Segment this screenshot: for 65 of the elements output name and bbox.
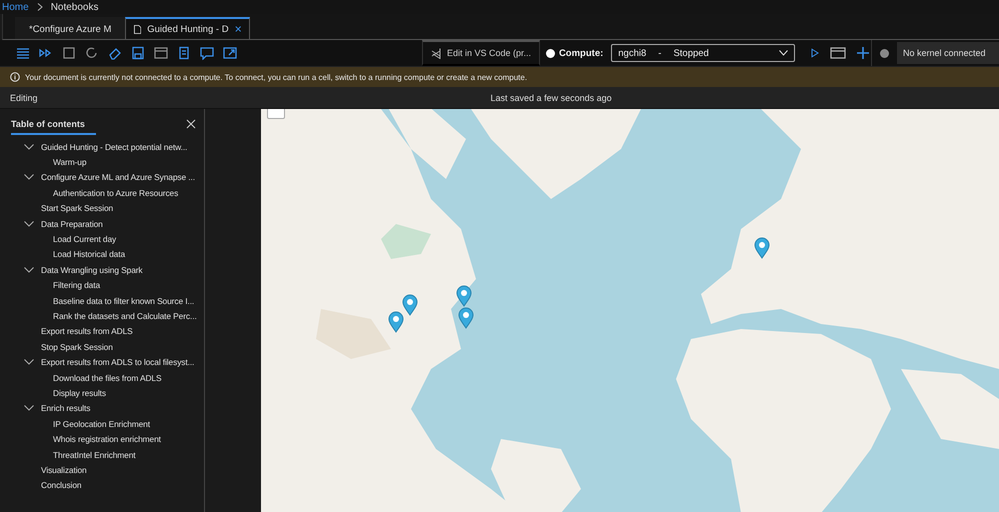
toc-item[interactable]: Export results from ADLS to local filesyst... xyxy=(0,354,204,370)
toc-item[interactable]: Guided Hunting - Detect potential netw... xyxy=(0,139,204,154)
compute-dropdown[interactable]: ngchi8 - Stopped xyxy=(611,44,795,62)
toc-item[interactable]: Filtering data xyxy=(0,278,204,293)
toc-item[interactable]: Visualization xyxy=(0,462,204,478)
code-editor-icon xyxy=(430,48,443,58)
toc-item[interactable]: Load Historical data xyxy=(0,246,204,262)
toc-item[interactable]: Data Wrangling using Spark xyxy=(0,262,204,278)
breadcrumb-current: Notebooks xyxy=(50,2,98,12)
kernel-status: No kernel connected xyxy=(897,42,999,64)
toc-item[interactable]: Download the files from ADLS xyxy=(0,370,204,386)
chevron-icon[interactable] xyxy=(24,266,34,273)
save-icon[interactable] xyxy=(130,46,146,60)
toc-item[interactable]: Stop Spark Session xyxy=(0,339,204,354)
save-status: Last saved a few seconds ago xyxy=(490,92,612,102)
edit-in-vscode-button[interactable]: Edit in VS Code (pr... xyxy=(422,40,540,66)
toc-item[interactable]: Enrich results xyxy=(0,400,204,416)
stop-icon[interactable] xyxy=(61,46,77,60)
notebook-tab[interactable]: *Configure Azure M xyxy=(15,17,125,39)
add-icon[interactable] xyxy=(855,46,871,60)
toc-item[interactable]: IP Geolocation Enrichment xyxy=(0,416,204,432)
toc-item[interactable]: Authentication to Azure Resources xyxy=(0,185,204,201)
notebook-tab[interactable]: Guided Hunting - D xyxy=(125,17,250,39)
kernel-status-dot xyxy=(880,48,889,58)
toc-item[interactable]: ThreatIntel Enrichment xyxy=(0,446,204,462)
compute-label: Compute: xyxy=(558,48,604,58)
toc-item[interactable]: Whois registration enrichment xyxy=(0,431,204,447)
toc-item[interactable]: Conclusion xyxy=(0,478,204,493)
comment-icon[interactable] xyxy=(199,46,215,60)
map-pin-icon[interactable] xyxy=(458,307,474,329)
toc-item[interactable]: Data Preparation xyxy=(0,216,204,232)
toc-item[interactable]: Load Current day xyxy=(0,231,204,247)
chevron-icon[interactable] xyxy=(24,144,34,150)
toc-item[interactable]: Export results from ADLS xyxy=(0,324,204,340)
caret-icon xyxy=(779,50,788,56)
close-icon[interactable] xyxy=(186,119,196,129)
compute-status-dot xyxy=(546,48,555,58)
toc-item[interactable]: Rank the datasets and Calculate Perc... xyxy=(0,308,204,324)
chevron-icon[interactable] xyxy=(24,174,34,180)
close-icon[interactable] xyxy=(234,25,241,33)
toc-item[interactable]: Start Spark Session xyxy=(0,200,204,216)
toc-item[interactable]: Display results xyxy=(0,385,204,401)
terminal-icon[interactable] xyxy=(830,46,846,60)
eraser-icon[interactable] xyxy=(107,46,123,60)
terminal-icon[interactable] xyxy=(153,46,169,60)
expand-icon[interactable] xyxy=(222,46,238,60)
chevron-icon[interactable] xyxy=(24,220,34,227)
info-icon xyxy=(10,72,20,82)
toc-item[interactable]: Baseline data to filter known Source I... xyxy=(0,292,204,308)
map-pin-icon[interactable] xyxy=(388,311,404,333)
toc-title[interactable]: Table of contents xyxy=(11,119,96,135)
document-icon xyxy=(134,24,142,34)
chevron-icon[interactable] xyxy=(24,359,34,366)
breadcrumb-link[interactable]: Home xyxy=(2,2,29,12)
toc-item[interactable]: Warm-up xyxy=(0,154,204,170)
edit-mode-label: Editing xyxy=(10,92,38,102)
map-pin-icon[interactable] xyxy=(754,237,770,259)
map-pin-icon[interactable] xyxy=(456,285,472,307)
map-pin-icon[interactable] xyxy=(402,294,418,316)
chevron-icon xyxy=(36,3,43,11)
run-icon[interactable] xyxy=(809,46,821,60)
toc-item[interactable]: Configure Azure ML and Azure Synapse ... xyxy=(0,170,204,186)
chevron-icon[interactable] xyxy=(24,405,34,412)
warning-message: Your document is currently not connected to a compute. To connect, you can run a cell, switch to a running compute or create a new compute. xyxy=(25,72,528,82)
menu-icon[interactable] xyxy=(15,46,31,60)
